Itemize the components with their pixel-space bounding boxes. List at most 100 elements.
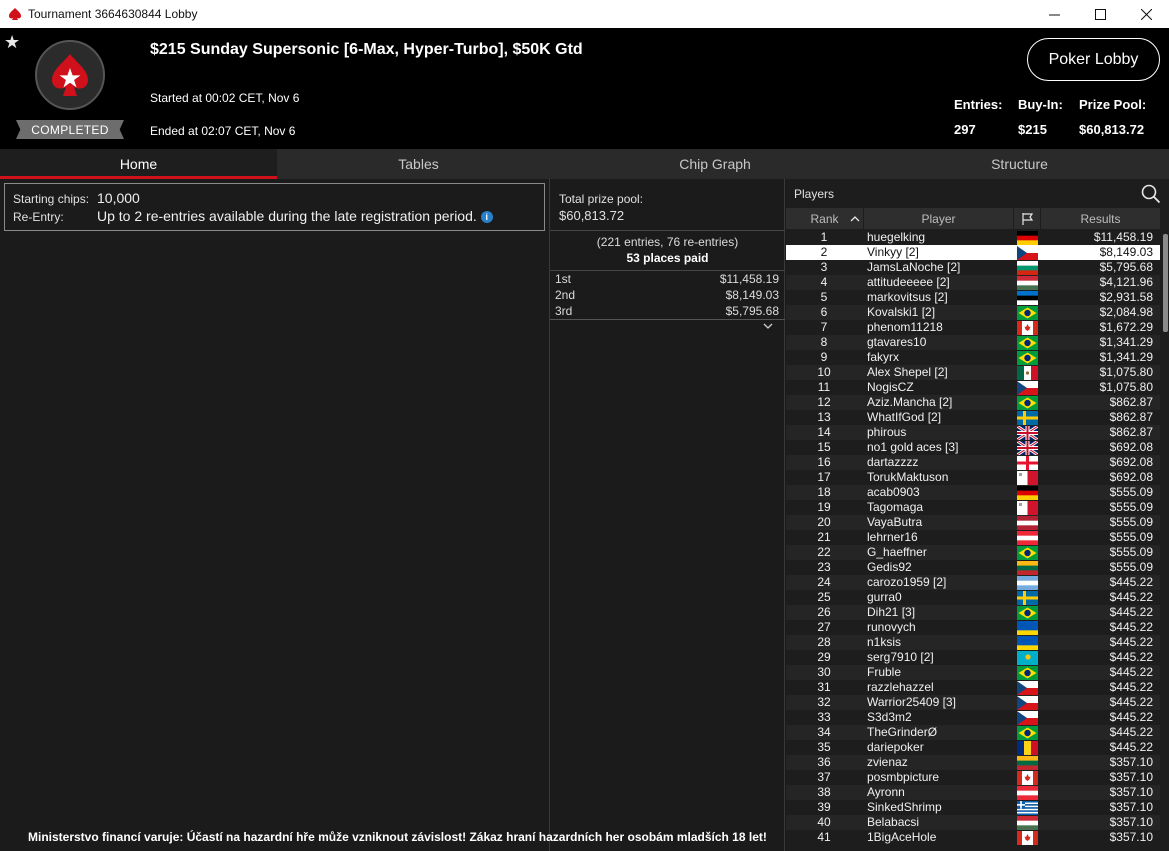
close-icon[interactable] xyxy=(1123,0,1169,28)
minimize-icon[interactable] xyxy=(1031,0,1077,28)
results-column-header[interactable]: Results xyxy=(1041,208,1160,229)
table-row[interactable]: 17 TorukMaktuson $692.08 xyxy=(786,470,1160,485)
table-row[interactable]: 7 phenom11218 $1,672.29 xyxy=(786,320,1160,335)
favorite-star-icon[interactable]: ★ xyxy=(4,32,20,53)
table-row[interactable]: 31 razzlehazzel $445.22 xyxy=(786,680,1160,695)
player-result: $692.08 xyxy=(1109,470,1153,484)
rank-column-header[interactable]: Rank xyxy=(786,208,864,229)
player-rank: 15 xyxy=(817,440,831,454)
player-result: $357.10 xyxy=(1109,755,1153,769)
table-row[interactable]: 22 G_haeffner $555.09 xyxy=(786,545,1160,560)
table-row[interactable]: 3 JamsLaNoche [2] $5,795.68 xyxy=(786,260,1160,276)
table-row[interactable]: 23 Gedis92 $555.09 xyxy=(786,560,1160,576)
search-icon[interactable] xyxy=(1141,184,1161,204)
table-row[interactable]: 21 lehrner16 $555.09 xyxy=(786,530,1160,546)
table-row[interactable]: 34 TheGrinderØ $445.22 xyxy=(786,725,1160,740)
table-row[interactable]: 37 posmbpicture $357.10 xyxy=(786,770,1160,785)
country-flag-icon xyxy=(1017,546,1038,560)
table-row[interactable]: 12 Aziz.Mancha [2] $862.87 xyxy=(786,395,1160,410)
table-row[interactable]: 30 Fruble $445.22 xyxy=(786,665,1160,680)
chevron-down-icon[interactable] xyxy=(763,321,773,332)
reentry-text: Up to 2 re-entries available during the … xyxy=(97,208,477,224)
scrollbar-thumb[interactable] xyxy=(1163,234,1168,332)
player-rank: 34 xyxy=(817,725,831,739)
table-row[interactable]: 29 serg7910 [2] $445.22 xyxy=(786,650,1160,665)
player-result: $2,084.98 xyxy=(1099,305,1153,319)
info-icon[interactable]: i xyxy=(480,211,493,223)
table-row[interactable]: 9 fakyrx $1,341.29 xyxy=(786,350,1160,365)
table-row[interactable]: 38 Ayronn $357.10 xyxy=(786,785,1160,801)
player-result: $445.22 xyxy=(1109,605,1153,619)
country-column-header[interactable] xyxy=(1014,208,1041,229)
player-rank: 6 xyxy=(820,305,828,319)
table-row[interactable]: 14 phirous $862.87 xyxy=(786,424,1160,442)
table-row[interactable]: 4 attitudeeeee [2] $4,121.96 xyxy=(786,275,1160,291)
country-flag-icon xyxy=(1016,439,1039,457)
end-time: Ended at 02:07 CET, Nov 6 xyxy=(150,124,296,138)
table-row[interactable]: 13 WhatIfGod [2] $862.87 xyxy=(786,410,1160,425)
table-row[interactable]: 26 Dih21 [3] $445.22 xyxy=(786,605,1160,620)
player-name: phirous xyxy=(867,425,907,439)
table-row[interactable]: 36 zvienaz $357.10 xyxy=(786,755,1160,771)
table-row[interactable]: 40 Belabacsi $357.10 xyxy=(786,815,1160,831)
player-rank: 29 xyxy=(817,650,831,664)
player-name: Alex Shepel [2] xyxy=(867,365,948,379)
country-flag-icon xyxy=(1017,321,1038,335)
player-result: $555.09 xyxy=(1109,500,1153,514)
buyin-value: $215 xyxy=(1018,122,1047,137)
player-name: Vinkyy [2] xyxy=(867,245,919,259)
player-rank: 25 xyxy=(817,590,831,604)
table-row[interactable]: 15 no1 gold aces [3] $692.08 xyxy=(786,439,1160,457)
table-row[interactable]: 8 gtavares10 $1,341.29 xyxy=(786,335,1160,350)
table-row[interactable]: 27 runovych $445.22 xyxy=(786,620,1160,636)
player-name: S3d3m2 xyxy=(867,710,912,724)
player-rank: 17 xyxy=(817,470,831,484)
tab-home[interactable]: Home xyxy=(0,149,277,179)
country-flag-icon xyxy=(1017,246,1038,260)
table-row[interactable]: 10 Alex Shepel [2] $1,075.80 xyxy=(786,365,1160,380)
player-rank: 9 xyxy=(820,350,828,364)
poker-lobby-button[interactable]: Poker Lobby xyxy=(1027,38,1160,81)
player-result: $445.22 xyxy=(1109,695,1153,709)
player-rank: 37 xyxy=(817,770,831,784)
player-column-header[interactable]: Player xyxy=(864,208,1014,229)
country-flag-icon xyxy=(1017,786,1038,801)
player-rank: 23 xyxy=(817,560,831,574)
player-name: Aziz.Mancha [2] xyxy=(867,395,953,409)
table-row[interactable]: 33 S3d3m2 $445.22 xyxy=(786,710,1160,725)
places-paid: 53 places paid xyxy=(626,251,709,265)
table-row[interactable]: 16 dartazzzz $692.08 xyxy=(786,455,1160,470)
player-result: $11,458.19 xyxy=(1093,230,1153,244)
table-row[interactable]: 5 markovitsus [2] $2,931.58 xyxy=(786,290,1160,306)
country-flag-icon xyxy=(1017,561,1038,576)
table-row[interactable]: 41 1BigAceHole $357.10 xyxy=(786,830,1160,845)
table-row[interactable]: 1 huegelking $11,458.19 xyxy=(786,230,1160,246)
players-header: Players xyxy=(786,179,1169,207)
table-row[interactable]: 24 carozo1959 [2] $445.22 xyxy=(786,575,1160,591)
country-flag-icon xyxy=(1017,636,1038,651)
table-row[interactable]: 6 Kovalski1 [2] $2,084.98 xyxy=(786,305,1160,320)
tab-tables[interactable]: Tables xyxy=(277,149,560,179)
table-row[interactable]: 25 gurra0 $445.22 xyxy=(786,590,1160,605)
player-result: $2,931.58 xyxy=(1099,290,1153,304)
player-result: $357.10 xyxy=(1109,800,1153,814)
table-row[interactable]: 20 VayaButra $555.09 xyxy=(786,515,1160,531)
player-name: TorukMaktuson xyxy=(867,470,949,484)
table-row[interactable]: 19 Tagomaga $555.09 xyxy=(786,500,1160,515)
table-row[interactable]: 32 Warrior25409 [3] $445.22 xyxy=(786,695,1160,710)
tab-structure[interactable]: Structure xyxy=(870,149,1169,179)
player-name: Gedis92 xyxy=(867,560,912,574)
table-row[interactable]: 18 acab0903 $555.09 xyxy=(786,485,1160,501)
payout-amount: $11,458.19 xyxy=(719,272,779,286)
player-rank: 19 xyxy=(817,500,831,514)
table-row[interactable]: 11 NogisCZ $1,075.80 xyxy=(786,380,1160,395)
player-result: $555.09 xyxy=(1109,485,1153,499)
country-flag-icon xyxy=(1017,576,1038,591)
maximize-icon[interactable] xyxy=(1077,0,1123,28)
table-row[interactable]: 2 Vinkyy [2] $8,149.03 xyxy=(786,245,1160,260)
table-row[interactable]: 28 n1ksis $445.22 xyxy=(786,635,1160,651)
tab-chip-graph[interactable]: Chip Graph xyxy=(560,149,870,179)
table-row[interactable]: 39 SinkedShrimp $357.10 xyxy=(786,800,1160,816)
players-scrollbar[interactable] xyxy=(1162,230,1169,851)
table-row[interactable]: 35 dariepoker $445.22 xyxy=(786,740,1160,755)
